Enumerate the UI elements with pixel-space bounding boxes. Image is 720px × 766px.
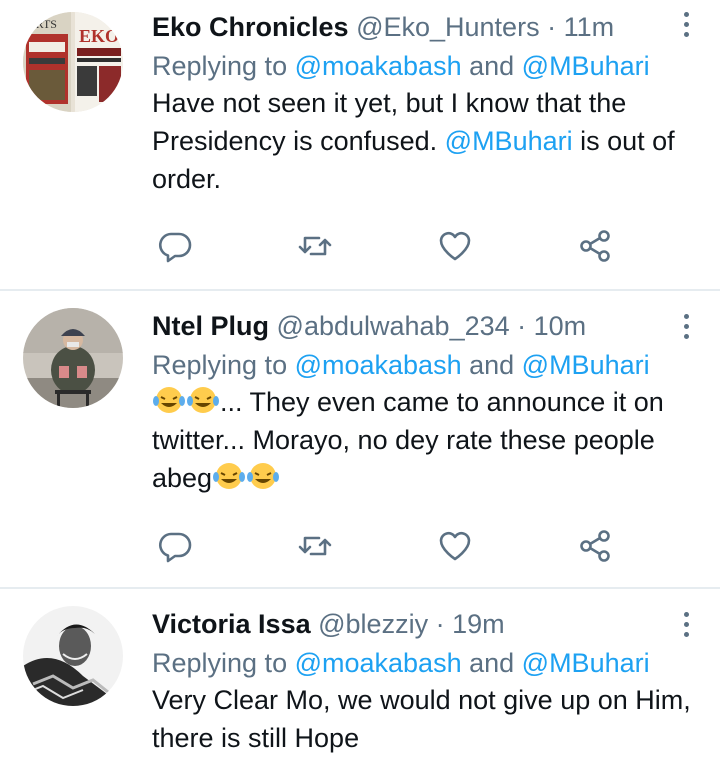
display-name[interactable]: Ntel Plug: [152, 311, 269, 341]
replying-prefix: Replying to: [152, 648, 295, 678]
like-icon[interactable]: [437, 228, 473, 264]
reply-icon[interactable]: [157, 528, 193, 564]
share-icon[interactable]: [577, 528, 613, 564]
tweet-3[interactable]: Victoria Issa @blezziy · 19m Replying to…: [0, 589, 720, 766]
mention-link[interactable]: @moakabash: [295, 350, 462, 380]
newspaper-masthead: EKO: [79, 26, 119, 46]
replying-and: and: [461, 648, 522, 678]
like-icon[interactable]: [437, 528, 473, 564]
replying-to: Replying to @moakabash and @MBuhari: [152, 647, 700, 679]
laughing-tears-emoji: [213, 463, 246, 489]
tweet-2[interactable]: Ntel Plug @abdulwahab_234 · 10m Replying…: [0, 291, 720, 588]
retweet-icon[interactable]: [297, 228, 333, 264]
laughing-tears-emoji: [187, 387, 219, 413]
replying-prefix: Replying to: [152, 350, 295, 380]
more-icon[interactable]: [684, 12, 690, 38]
tweet-actions: [152, 228, 632, 264]
tweet-header: Eko Chronicles @Eko_Hunters · 11m: [152, 11, 700, 43]
replying-to: Replying to @moakabash and @MBuhari: [152, 349, 700, 381]
timestamp[interactable]: · 19m: [436, 609, 505, 639]
tweet-text: Have not seen it yet, but I know that th…: [152, 84, 700, 198]
share-icon[interactable]: [577, 228, 613, 264]
tweet-text: Very Clear Mo, we would not give up on H…: [152, 681, 700, 757]
laughing-tears-emoji: [247, 463, 280, 489]
mention-link[interactable]: @moakabash: [295, 51, 462, 81]
avatar[interactable]: [23, 308, 123, 408]
replying-and: and: [461, 350, 522, 380]
replying-to: Replying to @moakabash and @MBuhari: [152, 50, 700, 82]
handle[interactable]: @Eko_Hunters: [356, 12, 540, 42]
more-icon[interactable]: [684, 612, 690, 638]
tweet-text-part: Very Clear Mo, we would not give up on H…: [152, 685, 691, 753]
retweet-icon[interactable]: [297, 528, 333, 564]
tweet-text: ... They even came to announce it on twi…: [152, 383, 700, 497]
replying-prefix: Replying to: [152, 51, 295, 81]
tweet-header: Ntel Plug @abdulwahab_234 · 10m: [152, 310, 700, 342]
avatar[interactable]: EKO ORTS: [23, 12, 123, 112]
tweet-1[interactable]: EKO ORTS Eko Chronicles @Eko_Hunters · 1…: [0, 0, 720, 290]
handle[interactable]: @blezziy: [318, 609, 428, 639]
more-icon[interactable]: [684, 314, 690, 340]
laughing-tears-emoji: [153, 387, 185, 413]
display-name[interactable]: Eko Chronicles: [152, 12, 349, 42]
display-name[interactable]: Victoria Issa: [152, 609, 311, 639]
reply-icon[interactable]: [157, 228, 193, 264]
timestamp[interactable]: · 11m: [547, 12, 614, 42]
handle[interactable]: @abdulwahab_234: [277, 311, 510, 341]
mention-link[interactable]: @MBuhari: [522, 648, 650, 678]
mention-link[interactable]: @MBuhari: [522, 51, 650, 81]
tweet-header: Victoria Issa @blezziy · 19m: [152, 608, 700, 640]
avatar[interactable]: [23, 606, 123, 706]
mention-link[interactable]: @MBuhari: [445, 126, 573, 156]
mention-link[interactable]: @moakabash: [295, 648, 462, 678]
tweet-actions: [152, 528, 632, 564]
newspaper-side-text: ORTS: [27, 17, 57, 31]
replying-and: and: [461, 51, 522, 81]
timestamp[interactable]: · 10m: [517, 311, 586, 341]
mention-link[interactable]: @MBuhari: [522, 350, 650, 380]
